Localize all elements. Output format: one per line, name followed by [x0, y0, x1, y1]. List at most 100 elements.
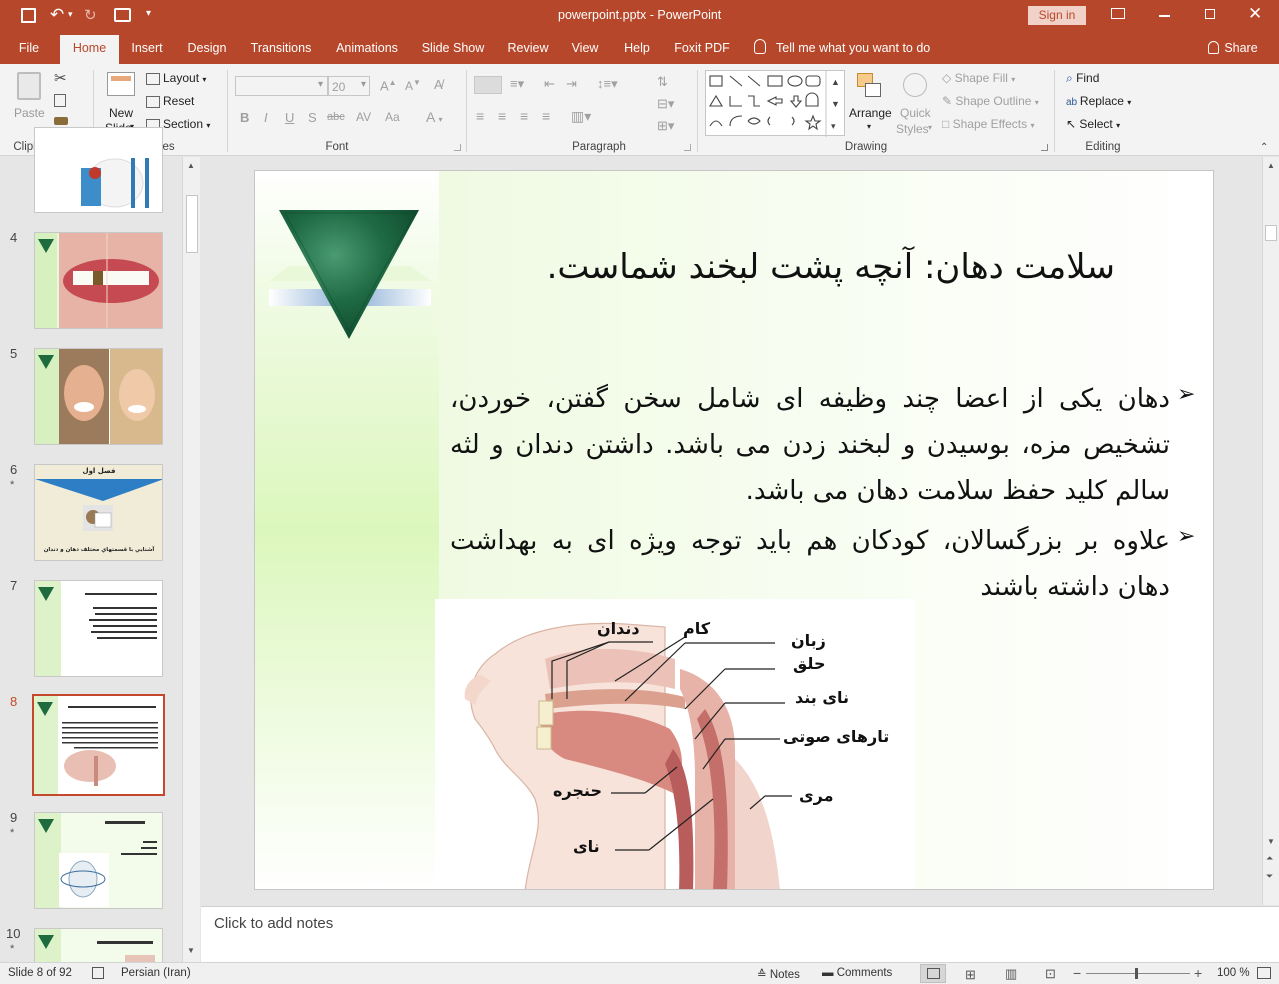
- previous-slide-icon[interactable]: ⏶: [1266, 853, 1273, 864]
- strikethrough-icon[interactable]: abc: [327, 111, 345, 123]
- collapse-ribbon-icon[interactable]: ⌃: [1260, 142, 1268, 153]
- numbering-icon[interactable]: ≡▾: [510, 76, 524, 92]
- comments-toggle-button[interactable]: ▬ Comments: [822, 967, 892, 979]
- language-indicator[interactable]: Persian (Iran): [121, 967, 191, 979]
- scroll-up-arrow-icon[interactable]: ▲: [1267, 161, 1275, 170]
- zoom-slider-thumb[interactable]: [1135, 968, 1138, 979]
- maximize-icon[interactable]: [1205, 9, 1215, 19]
- reset-button[interactable]: Reset: [146, 94, 194, 108]
- thumbnail-scroll-thumb[interactable]: [186, 195, 198, 253]
- share-button[interactable]: Share: [1222, 32, 1260, 64]
- smartart-icon[interactable]: ⊞▾: [657, 118, 674, 134]
- undo-icon[interactable]: ↶: [50, 5, 64, 25]
- copy-icon[interactable]: [54, 94, 66, 107]
- shapes-gallery[interactable]: ▲ ▼ ▾: [705, 70, 845, 137]
- select-button[interactable]: ↖ Select ▾: [1066, 117, 1120, 131]
- slide-thumbnail-8[interactable]: [32, 694, 165, 796]
- customize-toolbar-icon[interactable]: ▾: [146, 8, 151, 19]
- notes-pane[interactable]: Click to add notes: [201, 906, 1279, 962]
- underline-icon[interactable]: U: [285, 110, 294, 125]
- paste-button[interactable]: Paste: [10, 70, 48, 126]
- replace-button[interactable]: ab Replace ▾: [1066, 94, 1131, 108]
- shadow-icon[interactable]: S: [308, 110, 317, 125]
- format-painter-icon[interactable]: [54, 117, 68, 125]
- paragraph-launcher-icon[interactable]: [684, 144, 691, 151]
- slide-sorter-icon[interactable]: ⊞: [965, 967, 976, 983]
- tab-design[interactable]: Design: [180, 32, 234, 64]
- redo-icon[interactable]: ↻: [84, 6, 97, 24]
- layout-button[interactable]: Layout ▾: [146, 71, 206, 85]
- arrange-button[interactable]: Arrange ▾: [849, 70, 893, 136]
- decrease-font-icon[interactable]: A▼: [405, 78, 421, 93]
- text-direction-icon[interactable]: ⇅: [657, 74, 668, 90]
- tab-file[interactable]: File: [10, 32, 48, 64]
- tab-home[interactable]: Home: [60, 35, 119, 64]
- reading-view-icon[interactable]: ▥: [1005, 966, 1017, 982]
- tab-slide-show[interactable]: Slide Show: [418, 32, 488, 64]
- scroll-up-arrow-icon[interactable]: ▲: [187, 161, 195, 170]
- present-from-start-icon[interactable]: [114, 8, 131, 22]
- tell-me-search[interactable]: Tell me what you want to do: [776, 32, 938, 64]
- cut-icon[interactable]: ✂: [54, 69, 67, 87]
- ribbon-display-options-icon[interactable]: [1111, 8, 1125, 19]
- change-case-icon[interactable]: Aa: [385, 110, 400, 124]
- bold-icon[interactable]: B: [240, 110, 249, 125]
- font-size-combobox[interactable]: 20 ▾: [328, 76, 370, 96]
- scroll-down-arrow-icon[interactable]: ▼: [187, 946, 195, 955]
- slide-thumbnail-6[interactable]: فصل اول آشنايي با قسمتهاي مختلف دهان و د…: [34, 464, 163, 561]
- slide-thumbnail-3[interactable]: [34, 127, 163, 213]
- slide-thumbnail-7[interactable]: [34, 580, 163, 677]
- increase-indent-icon[interactable]: ⇥: [566, 76, 577, 92]
- justify-icon[interactable]: ≡: [542, 108, 550, 124]
- tab-animations[interactable]: Animations: [330, 32, 404, 64]
- zoom-slider[interactable]: [1086, 973, 1190, 974]
- align-center-icon[interactable]: ≡: [498, 108, 506, 124]
- align-right-icon[interactable]: ≡: [520, 108, 528, 124]
- shape-fill-button[interactable]: ◇ Shape Fill ▾: [942, 71, 1015, 85]
- undo-dropdown-icon[interactable]: ▾: [68, 9, 73, 20]
- bullets-icon[interactable]: [474, 76, 502, 94]
- spell-check-icon[interactable]: [92, 967, 104, 979]
- slide-scroll-thumb[interactable]: [1265, 225, 1277, 241]
- tab-transitions[interactable]: Transitions: [245, 32, 317, 64]
- notes-toggle-button[interactable]: ≙ Notes: [757, 967, 800, 981]
- close-icon[interactable]: ✕: [1248, 4, 1262, 24]
- columns-icon[interactable]: ▥▾: [571, 108, 591, 125]
- increase-font-icon[interactable]: A▲: [380, 78, 397, 93]
- tab-help[interactable]: Help: [617, 32, 657, 64]
- scroll-down-arrow-icon[interactable]: ▼: [1267, 837, 1275, 846]
- tab-view[interactable]: View: [566, 32, 604, 64]
- bullet-text-2[interactable]: علاوه بر بزرگسالان، کودکان هم باید توجه …: [450, 518, 1170, 610]
- align-left-icon[interactable]: ≡: [476, 108, 484, 124]
- find-button[interactable]: ⌕ Find: [1066, 71, 1099, 86]
- slide-show-icon[interactable]: ⊡: [1045, 966, 1056, 982]
- quick-styles-button[interactable]: Quick Styles ▾: [895, 70, 937, 136]
- slide-thumbnail-5[interactable]: [34, 348, 163, 445]
- font-color-icon[interactable]: A ▾: [426, 109, 442, 125]
- tab-insert[interactable]: Insert: [124, 32, 170, 64]
- slide-scrollbar[interactable]: ▲ ▼ ⏶ ⏷: [1262, 157, 1279, 905]
- thumbnail-scrollbar[interactable]: ▲ ▼: [182, 157, 200, 962]
- slide-thumbnail-10[interactable]: [34, 928, 163, 962]
- notes-placeholder[interactable]: Click to add notes: [214, 915, 333, 932]
- zoom-level[interactable]: 100 %: [1217, 967, 1250, 979]
- slide-title[interactable]: سلامت دهان: آنچه پشت لبخند شماست.: [445, 243, 1115, 291]
- slide-thumbnail-4[interactable]: [34, 232, 163, 329]
- next-slide-icon[interactable]: ⏷: [1266, 871, 1273, 882]
- minimize-icon[interactable]: [1159, 15, 1170, 17]
- slide-thumbnail-9[interactable]: [34, 812, 163, 909]
- fit-slide-icon[interactable]: [1257, 967, 1271, 979]
- clear-formatting-icon[interactable]: A̸: [434, 77, 443, 92]
- zoom-out-icon[interactable]: −: [1073, 965, 1081, 981]
- character-spacing-icon[interactable]: AV: [356, 110, 371, 124]
- italic-icon[interactable]: I: [264, 110, 268, 125]
- save-icon[interactable]: [21, 8, 36, 23]
- tab-review[interactable]: Review: [503, 32, 553, 64]
- current-slide[interactable]: سلامت دهان: آنچه پشت لبخند شماست. ➢ دهان…: [254, 170, 1214, 890]
- font-launcher-icon[interactable]: [454, 144, 461, 151]
- sign-in-button[interactable]: Sign in: [1028, 6, 1086, 25]
- font-name-combobox[interactable]: ▾: [235, 76, 328, 96]
- align-text-icon[interactable]: ⊟▾: [657, 96, 674, 112]
- decrease-indent-icon[interactable]: ⇤: [544, 76, 555, 92]
- normal-view-icon[interactable]: [920, 964, 946, 983]
